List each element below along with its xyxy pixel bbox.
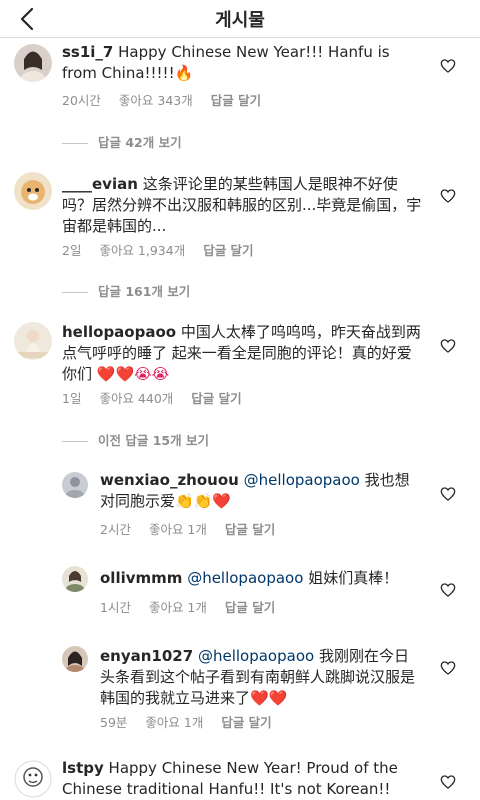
avatar[interactable]: [62, 646, 88, 672]
reply-item: wenxiao_zhouou @hellopaopaoo 我也想对同胞示爱👏👏❤…: [62, 470, 466, 542]
mention-link[interactable]: @hellopaopaoo: [198, 647, 314, 665]
reply-button[interactable]: 답글 달기: [191, 391, 241, 406]
comment-text: lstpy Happy Chinese New Year! Proud of t…: [62, 758, 412, 800]
comment-item: lstpy Happy Chinese New Year! Proud of t…: [14, 758, 466, 800]
fire-emoji: 🔥: [174, 64, 194, 82]
divider-line: [62, 292, 88, 293]
heart-outline-icon[interactable]: [440, 486, 456, 502]
reply-time: 1시간: [100, 600, 131, 615]
comment-username[interactable]: ____evian: [62, 175, 138, 193]
comment-time: 20시간: [62, 93, 101, 108]
heart-outline-icon[interactable]: [440, 660, 456, 676]
view-replies-button[interactable]: 답글 161개 보기: [62, 281, 190, 300]
heart-outline-icon[interactable]: [440, 582, 456, 598]
likes-count[interactable]: 좋아요 440개: [99, 391, 173, 406]
likes-count[interactable]: 좋아요 1개: [149, 522, 207, 537]
likes-count[interactable]: 좋아요 1개: [145, 715, 203, 730]
reply-username[interactable]: ollivmmm: [100, 569, 182, 587]
heart-emoji: ❤️❤️: [250, 689, 288, 707]
reply-button[interactable]: 답글 달기: [221, 715, 271, 730]
comment-username[interactable]: ss1i_7: [62, 43, 113, 61]
top-bar: 게시물: [0, 0, 480, 38]
comment-username[interactable]: hellopaopaoo: [62, 323, 176, 341]
reply-meta: 59분 좋아요 1개 답글 달기: [100, 712, 286, 731]
reply-button[interactable]: 답글 달기: [211, 93, 261, 108]
divider-line: [62, 143, 88, 144]
reply-text: ollivmmm @hellopaopaoo 姐妹们真棒！: [100, 568, 430, 589]
avatar[interactable]: [62, 566, 88, 592]
comment-text: ss1i_7 Happy Chinese New Year!!! Hanfu i…: [62, 42, 392, 84]
avatar[interactable]: [14, 760, 52, 798]
comment-time: 1일: [62, 391, 82, 406]
comment-item: ss1i_7 Happy Chinese New Year!!! Hanfu i…: [14, 42, 466, 114]
reply-item: enyan1027 @hellopaopaoo 我刚刚在今日头条看到这个帖子看到…: [62, 646, 466, 730]
view-replies-label: 답글 42개 보기: [98, 135, 182, 150]
heart-outline-icon[interactable]: [440, 188, 456, 204]
comment-body: Happy Chinese New Year! Proud of the Chi…: [62, 759, 398, 798]
comment-text: ____evian 这条评论里的某些韩国人是眼神不好使吗？居然分辨不出汉服和韩服…: [62, 174, 422, 237]
reply-time: 59분: [100, 715, 128, 730]
comment-meta: 1일 좋아요 440개 답글 달기: [62, 388, 256, 407]
heart-outline-icon[interactable]: [440, 774, 456, 790]
reply-button[interactable]: 답글 달기: [225, 600, 275, 615]
likes-count[interactable]: 좋아요 1개: [149, 600, 207, 615]
reply-button[interactable]: 답글 달기: [203, 243, 253, 258]
heart-crying-emoji: ❤️❤️😭😭: [96, 365, 170, 383]
comment-meta: 20시간 좋아요 343개 답글 달기: [62, 90, 275, 109]
reply-username[interactable]: wenxiao_zhouou: [100, 471, 239, 489]
divider-line: [62, 441, 88, 442]
comment-meta: 2일 좋아요 1,934개 답글 달기: [62, 240, 268, 259]
avatar[interactable]: [62, 472, 88, 498]
heart-outline-icon[interactable]: [440, 58, 456, 74]
view-replies-button[interactable]: 이전 답글 15개 보기: [62, 430, 209, 449]
avatar[interactable]: [14, 172, 52, 210]
view-replies-label: 이전 답글 15개 보기: [98, 433, 209, 448]
reply-text: wenxiao_zhouou @hellopaopaoo 我也想对同胞示爱👏👏❤…: [100, 470, 420, 512]
heart-outline-icon[interactable]: [440, 338, 456, 354]
likes-count[interactable]: 좋아요 1,934개: [99, 243, 185, 258]
reply-button[interactable]: 답글 달기: [225, 522, 275, 537]
view-replies-label: 답글 161개 보기: [98, 284, 191, 299]
avatar[interactable]: [14, 44, 52, 82]
reply-body: 姐妹们真棒！: [308, 569, 399, 587]
comment-text: hellopaopaoo 中国人太棒了呜呜呜，昨天奋战到两点气呼呼的睡了 起来一…: [62, 322, 424, 385]
reply-item: ollivmmm @hellopaopaoo 姐妹们真棒！ 1시간 좋아요 1개…: [62, 566, 466, 616]
likes-count[interactable]: 좋아요 343개: [119, 93, 193, 108]
comment-time: 2일: [62, 243, 82, 258]
reply-text: enyan1027 @hellopaopaoo 我刚刚在今日头条看到这个帖子看到…: [100, 646, 416, 709]
avatar[interactable]: [14, 322, 52, 360]
reply-username[interactable]: enyan1027: [100, 647, 193, 665]
comment-username[interactable]: lstpy: [62, 759, 104, 777]
mention-link[interactable]: @hellopaopaoo: [244, 471, 360, 489]
mention-link[interactable]: @hellopaopaoo: [187, 569, 303, 587]
page-title: 게시물: [215, 10, 265, 31]
comment-item: ____evian 这条评论里的某些韩国人是眼神不好使吗？居然分辨不出汉服和韩服…: [14, 172, 466, 262]
view-replies-button[interactable]: 답글 42개 보기: [62, 132, 182, 151]
clap-heart-emoji: 👏👏❤️: [175, 492, 232, 510]
comment-item: hellopaopaoo 中国人太棒了呜呜呜，昨天奋战到两点气呼呼的睡了 起来一…: [14, 322, 466, 412]
reply-meta: 2시간 좋아요 1개 답글 달기: [100, 519, 289, 538]
reply-meta: 1시간 좋아요 1개 답글 달기: [100, 597, 289, 616]
reply-time: 2시간: [100, 522, 131, 537]
